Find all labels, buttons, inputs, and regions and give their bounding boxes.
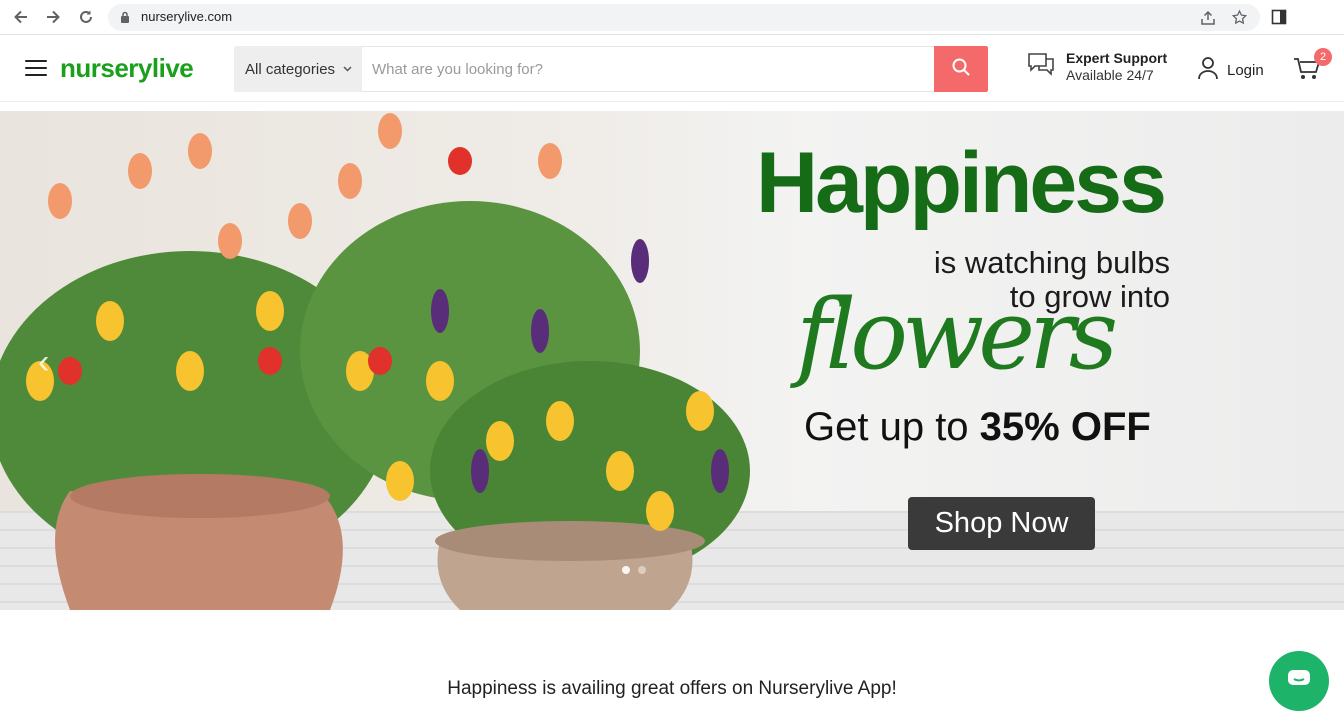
expert-support[interactable]: Expert Support Available 24/7	[1026, 50, 1167, 85]
chat-widget-button[interactable]	[1269, 651, 1329, 711]
site-header: nurserylive All categories Expert Suppor…	[0, 36, 1344, 102]
chevron-down-icon	[343, 64, 352, 75]
support-subtitle: Available 24/7	[1066, 67, 1154, 83]
user-icon	[1197, 56, 1219, 85]
promo-text: Happiness is availing great offers on Nu…	[447, 678, 897, 699]
cart-count-badge: 2	[1314, 48, 1332, 66]
browser-toolbar: nurserylive.com	[0, 0, 1344, 35]
offer-prefix: Get up to	[804, 405, 980, 449]
hero-offer: Get up to 35% OFF	[804, 405, 1151, 450]
forward-icon[interactable]	[43, 7, 63, 27]
side-panel-icon[interactable]	[1271, 9, 1287, 30]
support-title: Expert Support	[1066, 50, 1168, 66]
reload-icon[interactable]	[76, 7, 96, 27]
carousel-prev-icon[interactable]: ‹	[38, 343, 49, 382]
cart-icon	[1293, 58, 1321, 86]
carousel-dots	[622, 566, 646, 574]
login-label: Login	[1227, 62, 1264, 79]
hero-script-word: flowers	[796, 279, 1118, 391]
carousel-dot[interactable]	[638, 566, 646, 574]
hero-line-2: is watching bulbs	[933, 245, 1170, 280]
search-bar: All categories	[234, 46, 988, 92]
carousel-dot[interactable]	[622, 566, 630, 574]
category-label: All categories	[245, 60, 336, 78]
cart-button[interactable]: 2	[1293, 48, 1332, 86]
share-icon[interactable]	[1200, 10, 1216, 31]
search-button[interactable]	[934, 46, 988, 92]
logo-text-live: live	[151, 53, 194, 83]
bookmark-star-icon[interactable]	[1231, 9, 1248, 31]
menu-icon[interactable]	[25, 60, 47, 76]
logo-text-nursery: nursery	[60, 53, 152, 83]
category-dropdown[interactable]: All categories	[234, 46, 362, 92]
offer-discount: 35% OFF	[979, 405, 1151, 449]
address-bar[interactable]: nurserylive.com	[108, 4, 1260, 31]
search-icon	[951, 57, 971, 82]
lock-icon	[120, 11, 130, 29]
shop-now-button[interactable]: Shop Now	[908, 497, 1095, 550]
back-icon[interactable]	[11, 7, 31, 27]
hero-banner[interactable]: ‹ Happiness is watching bulbs to grow in…	[0, 111, 1344, 610]
hero-headline: Happiness	[756, 135, 1167, 231]
site-logo[interactable]: nurserylive	[60, 53, 194, 84]
chat-bubbles-icon	[1026, 50, 1056, 85]
url-text: nurserylive.com	[141, 9, 233, 24]
flower-pots-illustration	[0, 113, 750, 610]
login-link[interactable]: Login	[1197, 56, 1264, 85]
chat-icon	[1286, 668, 1312, 695]
search-input[interactable]	[362, 46, 934, 92]
